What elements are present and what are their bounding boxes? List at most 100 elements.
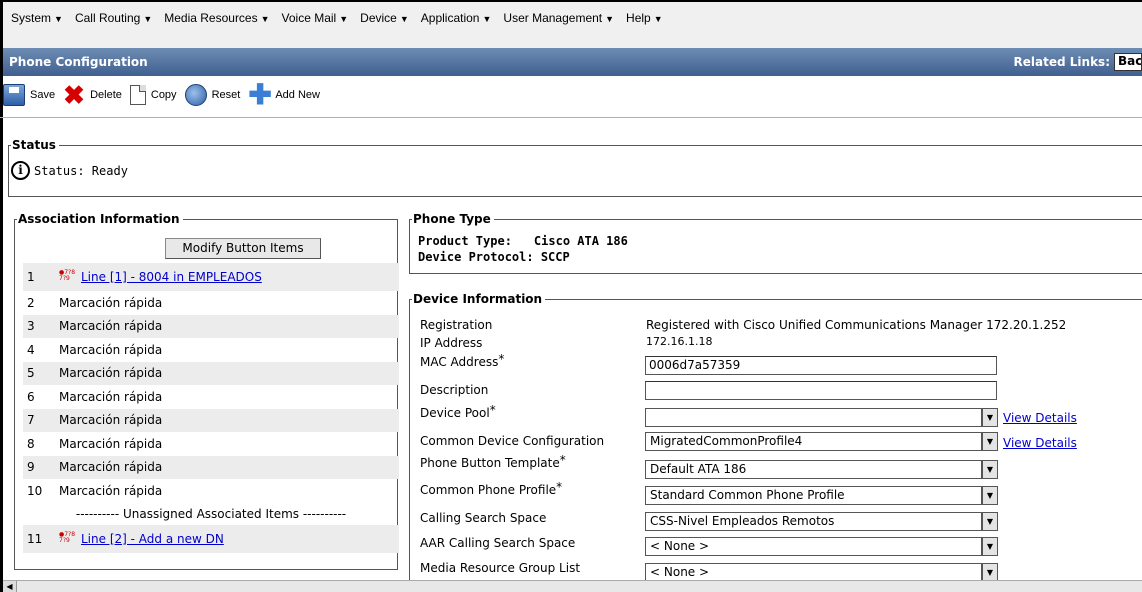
speed-dial-label: Marcación rápida	[59, 413, 163, 428]
menu-label: User Management	[503, 11, 603, 25]
required-mark: *	[498, 352, 505, 366]
status-section: Status i Status: Ready	[8, 138, 1142, 197]
status-legend: Status	[11, 138, 59, 152]
chevron-down-icon: ▼	[399, 14, 409, 24]
menu-user-management[interactable]: User Management ▼	[503, 11, 614, 25]
line-2-link[interactable]: Line [2] - Add a new DN	[81, 532, 224, 546]
phone-button-template-label: Phone Button Template	[420, 456, 560, 470]
device-pool-select[interactable]: ▼	[645, 408, 998, 427]
menu-label: Media Resources	[164, 11, 258, 25]
common-phone-profile-value: Standard Common Phone Profile	[650, 488, 845, 502]
menu-label: Application	[420, 11, 480, 25]
reset-button[interactable]: Reset	[184, 84, 240, 106]
speed-dial-label: Marcación rápida	[59, 295, 163, 310]
unassigned-divider: ---------- Unassigned Associated Items -…	[75, 506, 347, 521]
ip-address-label: IP Address	[420, 336, 483, 350]
item-number: 1	[27, 270, 35, 284]
delete-button[interactable]: ✖ Delete	[63, 82, 122, 108]
item-number: 9	[27, 460, 35, 475]
menu-call-routing[interactable]: Call Routing ▼	[75, 11, 152, 25]
divider	[0, 117, 1142, 118]
horizontal-scrollbar[interactable]: ◀	[3, 580, 1142, 592]
mac-address-input[interactable]: 0006d7a57359	[645, 356, 997, 375]
status-text: Status: Ready	[34, 163, 128, 178]
menu-voice-mail[interactable]: Voice Mail ▼	[282, 11, 349, 25]
product-type-value: Cisco ATA 186	[533, 234, 628, 248]
association-table: 1 ●7?8 7?9 Line [1] - 8004 in EMPLEADOS 2…	[23, 263, 399, 553]
copy-icon	[129, 85, 146, 105]
dropdown-arrow-icon[interactable]: ▼	[982, 537, 998, 556]
menu-media-resources[interactable]: Media Resources ▼	[164, 11, 269, 25]
device-pool-label: Device Pool	[420, 406, 490, 420]
item-number: 3	[27, 319, 35, 334]
related-links: Related Links: Bac	[1014, 53, 1142, 71]
speed-dial-label: Marcación rápida	[59, 342, 163, 357]
copy-button[interactable]: Copy	[129, 85, 177, 105]
list-item: 7 Marcación rápida	[23, 408, 399, 432]
phone-type-legend: Phone Type	[412, 212, 494, 226]
list-item: 4 Marcación rápida	[23, 338, 399, 362]
dropdown-arrow-icon[interactable]: ▼	[982, 486, 998, 505]
required-mark: *	[489, 403, 496, 417]
menu-system[interactable]: System ▼	[11, 11, 63, 25]
common-phone-profile-select[interactable]: Standard Common Phone Profile ▼	[645, 486, 998, 505]
list-item: 9 Marcación rápida	[23, 455, 399, 479]
add-new-button[interactable]: ✚ Add New	[248, 81, 320, 109]
scroll-left-icon[interactable]: ◀	[3, 581, 17, 592]
menu-label: System	[11, 11, 52, 25]
line-1-link[interactable]: Line [1] - 8004 in EMPLEADOS	[81, 270, 262, 284]
common-phone-profile-field-label: Common Phone Profile*	[420, 480, 563, 497]
device-protocol-label: Device Protocol:	[418, 250, 534, 264]
media-resource-group-list-label: Media Resource Group List	[420, 561, 581, 575]
save-button[interactable]: Save	[3, 84, 55, 106]
item-number: 4	[27, 342, 35, 357]
menu-application[interactable]: Application ▼	[421, 11, 492, 25]
calling-search-space-select[interactable]: CSS-Nivel Empleados Remotos ▼	[645, 512, 998, 531]
status-row: i Status: Ready	[11, 161, 128, 180]
device-pool-view-details-link[interactable]: View Details	[1003, 411, 1077, 425]
related-links-select[interactable]: Bac	[1114, 53, 1142, 71]
line-icon: ●7?8 7?9	[59, 269, 76, 282]
required-mark: *	[556, 480, 563, 494]
phone-button-template-select[interactable]: Default ATA 186 ▼	[645, 460, 998, 479]
registration-value: Registered with Cisco Unified Communicat…	[646, 318, 1067, 332]
device-info-legend: Device Information	[412, 292, 546, 306]
common-device-config-value: MigratedCommonProfile4	[650, 434, 803, 448]
dropdown-arrow-icon[interactable]: ▼	[982, 512, 998, 531]
description-input[interactable]	[645, 381, 997, 400]
required-mark: *	[559, 453, 566, 467]
speed-dial-label: Marcación rápida	[59, 483, 163, 498]
modify-button-items-button[interactable]: Modify Button Items	[165, 238, 321, 259]
toolbar: Save ✖ Delete Copy Reset ✚ Add New	[3, 81, 322, 109]
common-device-config-view-details-link[interactable]: View Details	[1003, 436, 1077, 450]
menu-label: Voice Mail	[281, 11, 337, 25]
menu-help[interactable]: Help ▼	[626, 11, 663, 25]
list-item: 8 Marcación rápida	[23, 432, 399, 456]
dropdown-arrow-icon[interactable]: ▼	[982, 460, 998, 479]
page-title: Phone Configuration	[9, 55, 148, 69]
title-bar: Phone Configuration Related Links: Bac	[3, 48, 1142, 76]
menu-label: Help	[626, 11, 651, 25]
aar-calling-search-space-select[interactable]: < None > ▼	[645, 537, 998, 556]
item-number: 11	[27, 531, 43, 546]
device-pool-field-label: Device Pool*	[420, 403, 496, 420]
copy-label: Copy	[150, 89, 177, 101]
description-label: Description	[420, 383, 489, 397]
product-type-label: Product Type:	[418, 234, 512, 248]
dropdown-arrow-icon[interactable]: ▼	[982, 432, 998, 451]
chevron-down-icon: ▼	[54, 14, 63, 24]
calling-search-space-value: CSS-Nivel Empleados Remotos	[650, 514, 835, 528]
common-device-config-select[interactable]: MigratedCommonProfile4 ▼	[645, 432, 998, 451]
dropdown-arrow-icon[interactable]: ▼	[982, 408, 998, 427]
list-item: 6 Marcación rápida	[23, 385, 399, 409]
related-links-label: Related Links:	[1013, 55, 1110, 69]
info-icon: i	[11, 161, 30, 180]
menu-device[interactable]: Device ▼	[360, 11, 409, 25]
menu-bar: System ▼ Call Routing ▼ Media Resources ▼ V…	[0, 0, 1142, 48]
common-phone-profile-label: Common Phone Profile	[420, 483, 557, 497]
speed-dial-label: Marcación rápida	[59, 389, 163, 404]
chevron-down-icon: ▼	[260, 14, 270, 24]
mac-address-field-label: MAC Address*	[420, 352, 505, 369]
registration-label: Registration	[420, 318, 493, 332]
ip-address-value: 172.16.1.18	[646, 335, 713, 348]
